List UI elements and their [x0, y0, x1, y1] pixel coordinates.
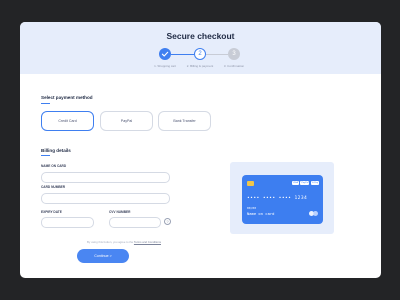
credit-card-option[interactable]: Credit Card — [41, 111, 94, 131]
terms-text: By using this button, you agree to the T… — [60, 240, 188, 244]
cvv-number-input[interactable] — [109, 217, 161, 228]
expiry-date-input[interactable] — [41, 217, 94, 228]
step-1-complete[interactable] — [159, 48, 171, 60]
mastercard-icon — [309, 211, 318, 216]
step-1-label: 1. Shopping cart — [154, 64, 176, 68]
step-connector — [171, 53, 194, 55]
step-3-label: 3. Confirmation — [223, 64, 245, 68]
card-number-input[interactable] — [41, 193, 170, 204]
page-title: Secure checkout — [166, 31, 235, 41]
paypal-icon: PayPal — [300, 181, 310, 185]
card-number-preview: •••• •••• •••• 1234 — [247, 196, 308, 201]
card-brand-icons: VISA PayPal G Pay — [291, 181, 319, 185]
card-name-preview: Name on card — [247, 211, 275, 216]
gpay-icon: G Pay — [310, 181, 319, 185]
bank-transfer-option[interactable]: Bank Transfer — [158, 111, 211, 131]
continue-button[interactable]: Continue > — [77, 249, 129, 263]
check-icon — [161, 51, 169, 57]
paypal-option[interactable]: PayPal — [100, 111, 153, 131]
step-connector — [206, 53, 228, 55]
heading-underline — [41, 155, 50, 156]
info-icon[interactable]: ? — [164, 218, 171, 225]
step-2-label: 2. Billing & payment — [186, 64, 214, 68]
credit-card-preview: VISA PayPal G Pay •••• •••• •••• 1234 00… — [242, 175, 323, 224]
visa-icon: VISA — [291, 181, 299, 185]
name-on-card-input[interactable] — [41, 172, 170, 183]
billing-details-heading: Billing details — [41, 148, 71, 153]
card-chip-icon — [247, 181, 254, 186]
checkout-header: Secure checkout 2 3 1. Shopping cart 2. … — [20, 22, 381, 74]
payment-method-heading: Select payment method — [41, 95, 93, 100]
terms-link[interactable]: Terms and Conditions — [134, 240, 161, 244]
cvv-number-label: CVV NUMBER — [109, 210, 131, 214]
step-3-upcoming[interactable]: 3 — [228, 48, 240, 60]
card-expiry-preview: 00/00 — [247, 206, 257, 210]
terms-prefix: By using this button, you agree to the — [87, 240, 134, 244]
heading-underline — [41, 103, 50, 104]
expiry-date-label: EXPIRY DATE — [41, 210, 62, 214]
name-on-card-label: NAME ON CARD — [41, 164, 67, 168]
card-number-label: CARD NUMBER — [41, 185, 66, 189]
step-2-current[interactable]: 2 — [194, 48, 206, 60]
checkout-window: Secure checkout 2 3 1. Shopping cart 2. … — [20, 22, 381, 278]
